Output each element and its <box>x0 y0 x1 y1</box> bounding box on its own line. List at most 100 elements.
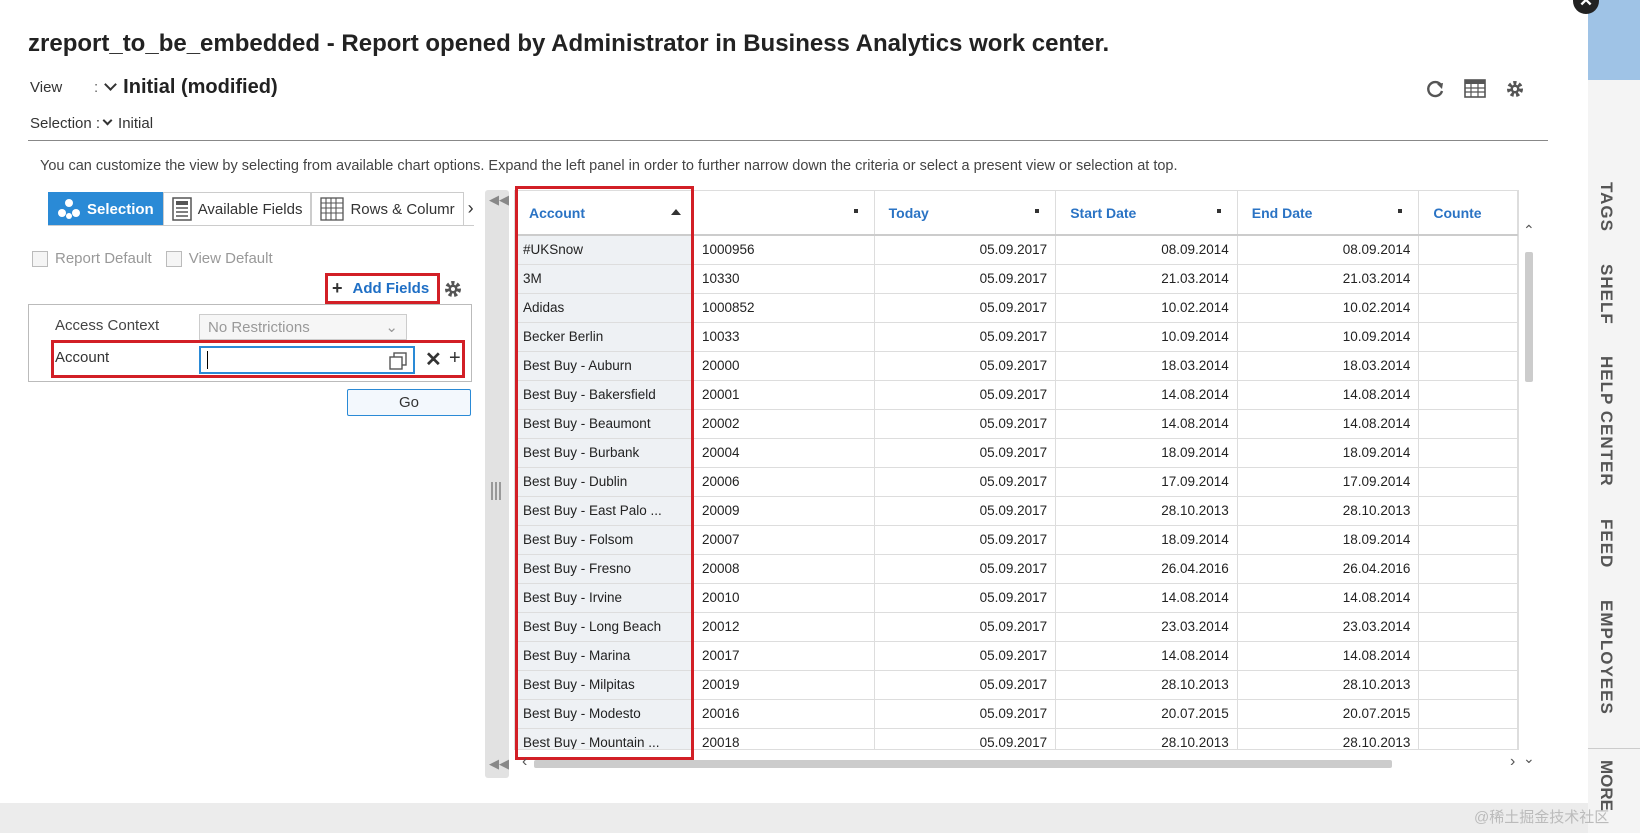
checkbox-box[interactable] <box>32 250 48 267</box>
refresh-icon[interactable] <box>1424 78 1446 100</box>
report-default-checkbox[interactable]: Report Default <box>32 250 152 267</box>
remove-icon[interactable]: ✕ <box>425 347 442 372</box>
chevron-left-icon[interactable]: ‹ <box>522 753 527 771</box>
column-header-id[interactable] <box>693 191 875 236</box>
gear-icon[interactable] <box>442 278 464 305</box>
table-row[interactable]: #UKSnow 1000956 05.09.2017 08.09.2014 08.09.… <box>515 235 1518 265</box>
gear-icon[interactable] <box>1504 78 1526 100</box>
table-cell[interactable]: Best Buy - Folsom <box>515 525 694 555</box>
table-cell[interactable]: Best Buy - Dublin <box>515 467 694 497</box>
table-row[interactable]: Best Buy - Modesto 20016 05.09.2017 20.07.2… <box>515 699 1518 729</box>
checkbox-box[interactable] <box>165 250 182 267</box>
scrollbar-thumb[interactable] <box>1525 252 1533 382</box>
table-cell[interactable]: Best Buy - Mountain ... <box>515 728 694 749</box>
table-cell: 14.08.2014 <box>1237 641 1420 671</box>
sidebar-tab-help-center[interactable]: HELP CENTER <box>1597 356 1616 487</box>
plus-icon: + <box>332 278 343 298</box>
selection-selector[interactable]: Selection : Initial <box>30 115 153 132</box>
column-header-account[interactable]: Account <box>515 191 694 236</box>
table-cell[interactable]: Best Buy - Irvine <box>515 583 694 613</box>
column-menu-icon[interactable] <box>1035 209 1040 213</box>
table-row[interactable]: Best Buy - Marina 20017 05.09.2017 14.08.20… <box>515 641 1518 671</box>
value-help-icon[interactable] <box>389 352 407 374</box>
chevron-up-icon[interactable]: ⌃ <box>1523 222 1535 239</box>
table-cell[interactable]: Best Buy - Auburn <box>515 351 694 381</box>
column-menu-icon[interactable] <box>853 209 858 213</box>
sidebar-tab-employees[interactable]: EMPLOYEES <box>1597 600 1616 715</box>
chevron-down-icon: ⌄ <box>385 319 398 336</box>
table-cell: 14.08.2014 <box>1055 583 1238 613</box>
table-cell[interactable]: Best Buy - Burbank <box>515 438 694 468</box>
table-row[interactable]: Becker Berlin 10033 05.09.2017 10.09.2014 10… <box>515 322 1518 352</box>
go-button[interactable]: Go <box>347 389 471 416</box>
table-cell[interactable]: Best Buy - Long Beach <box>515 612 694 642</box>
table-cell[interactable]: Best Buy - Modesto <box>515 699 694 729</box>
sidebar-tab-feed[interactable]: FEED <box>1597 519 1616 568</box>
tab-rows-columns[interactable]: Rows & Columr <box>311 192 464 225</box>
column-header-start-date[interactable]: Start Date <box>1055 191 1238 236</box>
table-row[interactable]: 3M 10330 05.09.2017 21.03.2014 21.03.2014 <box>515 264 1518 294</box>
splitter-grip[interactable] <box>491 482 503 500</box>
table-cell[interactable]: Best Buy - Bakersfield <box>515 380 694 410</box>
table-row[interactable]: Best Buy - Mountain ... 20018 05.09.2017 28… <box>515 728 1518 749</box>
add-fields-button[interactable]: + Add Fields <box>325 273 441 304</box>
table-cell[interactable]: Adidas <box>515 293 694 323</box>
selection-value[interactable]: Initial <box>118 115 153 132</box>
table-cell[interactable]: #UKSnow <box>515 235 694 265</box>
table-cell <box>1418 322 1518 352</box>
sidebar-tab-shelf[interactable]: SHELF <box>1597 264 1616 325</box>
table-cell[interactable]: Best Buy - Beaumont <box>515 409 694 439</box>
view-default-checkbox[interactable]: View Default <box>165 250 273 267</box>
table-settings-icon[interactable] <box>1464 78 1486 100</box>
table-row[interactable]: Best Buy - Burbank 20004 05.09.2017 18.09.2… <box>515 438 1518 468</box>
chevron-down-icon[interactable] <box>104 78 118 91</box>
add-icon[interactable]: + <box>449 347 461 370</box>
collapse-left-icon[interactable]: ◀◀ <box>489 192 509 208</box>
table-row[interactable]: Best Buy - Beaumont 20002 05.09.2017 14.08.… <box>515 409 1518 439</box>
table-row[interactable]: Best Buy - Irvine 20010 05.09.2017 14.08.20… <box>515 583 1518 613</box>
chevron-down-icon[interactable] <box>102 115 113 126</box>
access-context-label: Access Context <box>55 317 160 334</box>
table-cell: 05.09.2017 <box>874 351 1057 381</box>
sort-ascending-icon[interactable] <box>670 209 681 215</box>
selection-label: Selection : <box>30 115 101 132</box>
vertical-scrollbar[interactable]: ⌃ ⌄ <box>1522 222 1536 770</box>
table-cell[interactable]: Best Buy - Fresno <box>515 554 694 584</box>
tab-selection[interactable]: Selection <box>48 192 163 225</box>
table-cell[interactable]: Best Buy - Marina <box>515 641 694 671</box>
chevron-right-icon[interactable]: › <box>464 192 474 225</box>
column-header-end-date[interactable]: End Date <box>1237 191 1420 236</box>
table-row[interactable]: Best Buy - Fresno 20008 05.09.2017 26.04.20… <box>515 554 1518 584</box>
tab-available-fields[interactable]: Available Fields <box>162 192 312 225</box>
chevron-right-icon[interactable]: › <box>1510 753 1515 771</box>
column-menu-icon[interactable] <box>1398 209 1403 213</box>
table-row[interactable]: Best Buy - Long Beach 20012 05.09.2017 23.0… <box>515 612 1518 642</box>
scrollbar-thumb[interactable] <box>534 760 1392 768</box>
sidebar-tab-more[interactable]: MORE <box>1596 760 1616 811</box>
account-input[interactable] <box>199 346 415 374</box>
view-value[interactable]: Initial (modified) <box>123 76 277 99</box>
sidebar-tab-tags[interactable]: TAGS <box>1597 182 1616 232</box>
table-cell[interactable]: Best Buy - East Palo ... <box>515 496 694 526</box>
table-row[interactable]: Best Buy - Folsom 20007 05.09.2017 18.09.20… <box>515 525 1518 555</box>
table-cell: 20000 <box>693 351 875 381</box>
access-context-dropdown[interactable]: No Restrictions ⌄ <box>199 314 407 340</box>
chevron-down-icon[interactable]: ⌄ <box>1523 750 1535 767</box>
panel-splitter[interactable]: ◀◀ ◀◀ <box>485 190 509 778</box>
table-row[interactable]: Best Buy - Dublin 20006 05.09.2017 17.09.20… <box>515 467 1518 497</box>
table-cell[interactable]: Becker Berlin <box>515 322 694 352</box>
table-row[interactable]: Best Buy - East Palo ... 20009 05.09.2017 2… <box>515 496 1518 526</box>
column-header-today[interactable]: Today <box>874 191 1057 236</box>
table-cell[interactable]: 3M <box>515 264 694 294</box>
column-header-counter[interactable]: Counte <box>1418 191 1518 236</box>
table-cell: 18.09.2014 <box>1237 525 1420 555</box>
table-cell[interactable]: Best Buy - Milpitas <box>515 670 694 700</box>
table-row[interactable]: Adidas 1000852 05.09.2017 10.02.2014 10.02.2… <box>515 293 1518 323</box>
horizontal-scrollbar[interactable]: ‹ › <box>522 753 1522 771</box>
view-selector[interactable]: View : Initial (modified) <box>30 76 278 99</box>
table-row[interactable]: Best Buy - Milpitas 20019 05.09.2017 28.10.… <box>515 670 1518 700</box>
collapse-left-icon[interactable]: ◀◀ <box>489 756 509 772</box>
table-row[interactable]: Best Buy - Auburn 20000 05.09.2017 18.03.20… <box>515 351 1518 381</box>
column-menu-icon[interactable] <box>1216 209 1221 213</box>
table-row[interactable]: Best Buy - Bakersfield 20001 05.09.2017 14.… <box>515 380 1518 410</box>
